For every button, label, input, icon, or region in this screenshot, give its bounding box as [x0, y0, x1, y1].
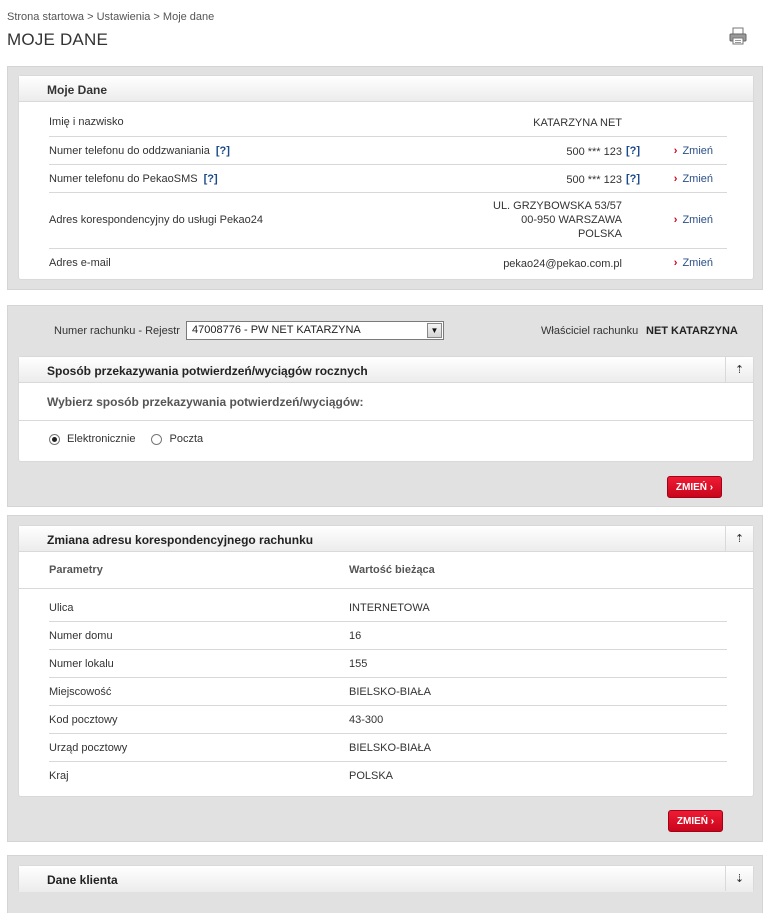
param-cell: Numer domu: [49, 630, 113, 642]
account-panel: Numer rachunku - Rejestr 47008776 - PW N…: [7, 305, 763, 507]
row-email: Adres e-mail pekao24@pekao.com.pl › Zmień: [49, 249, 727, 277]
value-cell: BIELSKO-BIAŁA: [349, 686, 431, 698]
value-cell: INTERNETOWA: [349, 602, 430, 614]
address-line: 00-950 WARSZAWA: [521, 214, 622, 226]
table-row: Kod pocztowy 43-300: [49, 706, 727, 734]
param-cell: Ulica: [49, 602, 74, 614]
table-row: Numer lokalu 155: [49, 650, 727, 678]
correspondence-address-label: Adres korespondencyjny do usługi Pekao24: [49, 214, 264, 226]
delivery-subtitle: Wybierz sposób przekazywania potwierdzeń…: [47, 395, 364, 409]
divider: [19, 588, 753, 589]
full-name-value: KATARZYNA NET: [533, 117, 622, 129]
page-title: MOJE DANE: [7, 30, 108, 49]
client-data-box: Dane klienta ⇣: [18, 865, 754, 892]
table-row: Ulica INTERNETOWA: [49, 594, 727, 622]
arrow-down-icon[interactable]: ⇣: [725, 866, 753, 891]
account-label: Numer rachunku - Rejestr: [54, 325, 180, 337]
table-row: Kraj POLSKA: [49, 762, 727, 790]
client-data-header[interactable]: Dane klienta ⇣: [19, 866, 753, 892]
radio-post-label[interactable]: Poczta: [169, 433, 203, 445]
column-header-current-value: Wartość bieżąca: [349, 564, 435, 576]
help-link[interactable]: [?]: [626, 173, 640, 185]
param-cell: Numer lokalu: [49, 658, 114, 670]
address-panel: Zmiana adresu korespondencyjnego rachunk…: [7, 515, 763, 842]
change-label: Zmień: [682, 214, 713, 226]
address-header: Zmiana adresu korespondencyjnego rachunk…: [19, 526, 753, 552]
value-cell: 16: [349, 630, 362, 642]
breadcrumb[interactable]: Strona startowa > Ustawienia > Moje dane: [7, 11, 214, 23]
help-link[interactable]: [?]: [204, 173, 218, 185]
account-selected-value: 47008776 - PW NET KATARZYNA: [192, 324, 361, 336]
value-cell: 43-300: [349, 714, 384, 726]
owner-label: Właściciel rachunku: [541, 325, 639, 337]
my-data-panel: Moje Dane Imię i nazwisko KATARZYNA NET …: [7, 66, 763, 290]
row-full-name: Imię i nazwisko KATARZYNA NET: [49, 111, 727, 137]
table-row: Miejscowość BIELSKO-BIAŁA: [49, 678, 727, 706]
full-name-label: Imię i nazwisko: [49, 116, 124, 128]
address-box: Zmiana adresu korespondencyjnego rachunk…: [18, 525, 754, 797]
address-line: POLSKA: [577, 228, 622, 240]
param-cell: Urząd pocztowy: [49, 742, 128, 754]
client-data-title: Dane klienta: [47, 873, 118, 887]
change-delivery-button[interactable]: ZMIEŃ ›: [667, 476, 722, 498]
callback-phone-value: 500 *** 123: [566, 146, 622, 158]
change-label: Zmień: [682, 145, 713, 157]
value-cell: BIELSKO-BIAŁA: [349, 742, 431, 754]
change-correspondence-address-link[interactable]: › Zmień: [674, 214, 713, 226]
row-callback-phone: Numer telefonu do oddzwaniania [?] 500 **…: [49, 137, 727, 165]
column-header-params: Parametry: [49, 564, 103, 576]
chevron-down-icon[interactable]: ▼: [427, 323, 442, 338]
correspondence-address-value: UL. GRZYBOWSKA 53/57 00-950 WARSZAWA POL…: [493, 199, 622, 241]
change-label: Zmień: [682, 257, 713, 269]
help-link[interactable]: [?]: [216, 145, 230, 157]
email-label: Adres e-mail: [49, 257, 111, 269]
client-data-panel: Dane klienta ⇣: [7, 855, 763, 913]
help-link[interactable]: [?]: [626, 145, 640, 157]
param-cell: Kraj: [49, 770, 69, 782]
my-data-title: Moje Dane: [47, 83, 108, 97]
table-row: Numer domu 16: [49, 622, 727, 650]
divider: [19, 420, 753, 421]
email-value: pekao24@pekao.com.pl: [503, 258, 622, 270]
delivery-box: Sposób przekazywania potwierdzeń/wyciągó…: [18, 356, 754, 462]
my-data-header: Moje Dane: [19, 76, 753, 102]
address-line: UL. GRZYBOWSKA 53/57: [493, 200, 622, 212]
row-correspondence-address: Adres korespondencyjny do usługi Pekao24…: [49, 193, 727, 249]
owner-value: NET KATARZYNA: [646, 325, 738, 337]
callback-phone-label: Numer telefonu do oddzwaniania: [49, 145, 210, 157]
param-cell: Miejscowość: [49, 686, 112, 698]
table-row: Urząd pocztowy BIELSKO-BIAŁA: [49, 734, 727, 762]
arrow-up-icon[interactable]: ⇡: [725, 357, 753, 382]
arrow-up-icon[interactable]: ⇡: [725, 526, 753, 551]
address-title: Zmiana adresu korespondencyjnego rachunk…: [47, 533, 314, 547]
account-bar: Numer rachunku - Rejestr 47008776 - PW N…: [18, 316, 754, 346]
change-label: Zmień: [682, 173, 713, 185]
pekaosms-phone-label: Numer telefonu do PekaoSMS: [49, 173, 198, 185]
change-email-link[interactable]: › Zmień: [674, 257, 713, 269]
delivery-header: Sposób przekazywania potwierdzeń/wyciągó…: [19, 357, 753, 383]
change-address-button[interactable]: ZMIEŃ ›: [668, 810, 723, 832]
radio-electronic[interactable]: [49, 433, 60, 445]
my-data-box: Moje Dane Imię i nazwisko KATARZYNA NET …: [18, 75, 754, 280]
row-pekaosms-phone: Numer telefonu do PekaoSMS [?] 500 *** 12…: [49, 165, 727, 193]
radio-electronic-label[interactable]: Elektronicznie: [67, 433, 135, 445]
radio-post[interactable]: [151, 433, 163, 445]
chevron-right-icon: ›: [673, 214, 678, 226]
change-pekaosms-phone-link[interactable]: › Zmień: [674, 173, 713, 185]
chevron-right-icon: ›: [673, 145, 678, 157]
printer-icon[interactable]: [728, 26, 748, 46]
pekaosms-phone-value: 500 *** 123: [566, 174, 622, 186]
param-cell: Kod pocztowy: [49, 714, 118, 726]
value-cell: 155: [349, 658, 368, 670]
delivery-radio-group: Elektronicznie Poczta: [49, 433, 219, 445]
chevron-right-icon: ›: [673, 257, 678, 269]
account-select[interactable]: 47008776 - PW NET KATARZYNA ▼: [186, 321, 444, 340]
change-callback-phone-link[interactable]: › Zmień: [674, 145, 713, 157]
delivery-title: Sposób przekazywania potwierdzeń/wyciągó…: [47, 364, 368, 378]
chevron-right-icon: ›: [673, 173, 678, 185]
value-cell: POLSKA: [349, 770, 394, 782]
